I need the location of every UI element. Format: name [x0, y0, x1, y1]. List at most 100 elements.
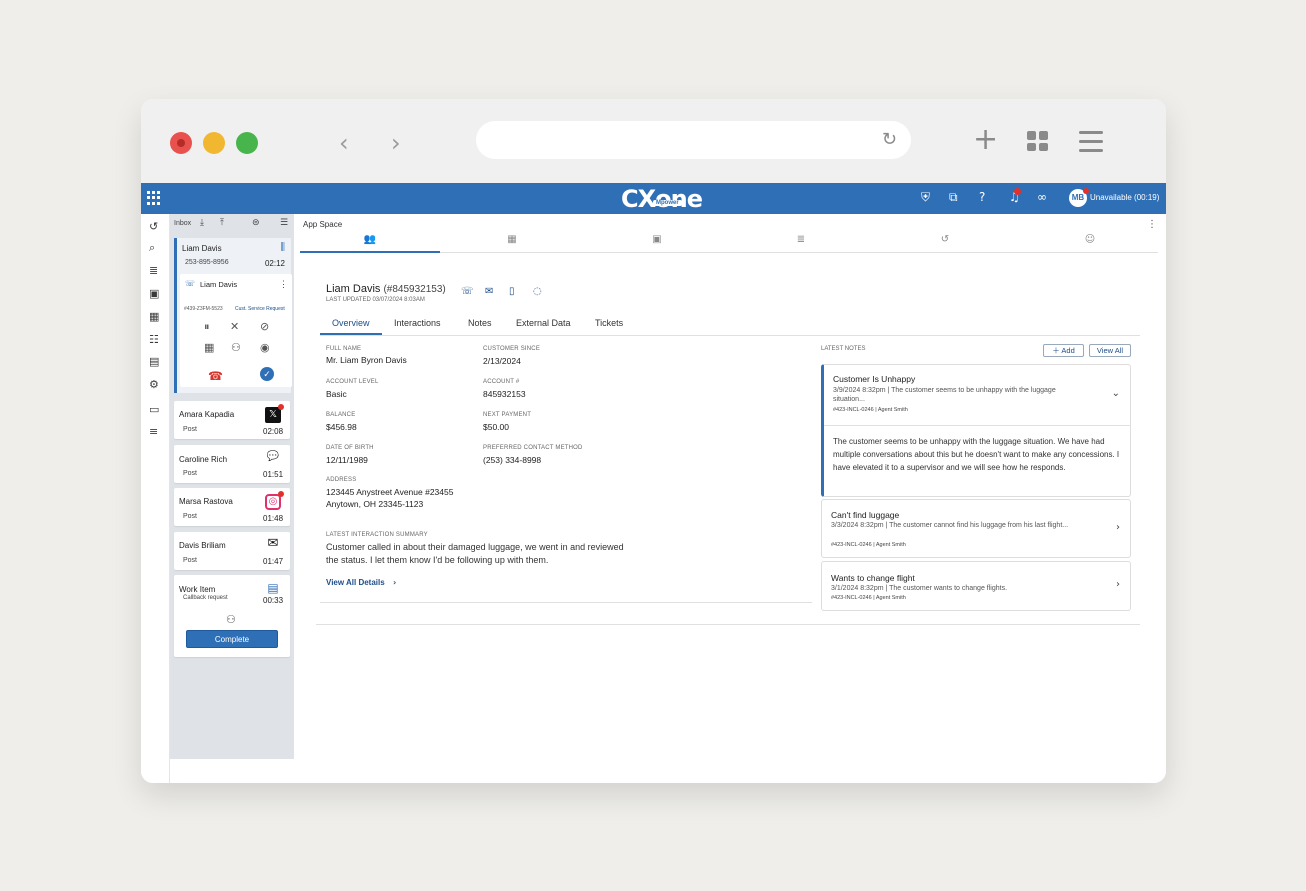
- reports-icon[interactable]: ▤: [149, 355, 159, 368]
- calendar-icon[interactable]: ▦: [149, 310, 159, 323]
- note-card[interactable]: Can't find luggage 3/3/2024 8:32pm | The…: [821, 499, 1131, 558]
- pause-icon[interactable]: ⏸: [204, 320, 210, 334]
- active-tab-indicator: [320, 333, 382, 335]
- full-name-value: Mr. Liam Byron Davis: [326, 355, 407, 365]
- external-link-icon[interactable]: ⧉: [949, 190, 958, 205]
- field-label: ADDRESS: [326, 477, 357, 483]
- note-card[interactable]: Customer Is Unhappy 3/9/2024 8:32pm | Th…: [821, 364, 1131, 497]
- download-icon[interactable]: ⤓: [200, 218, 204, 228]
- contact-name: Amara Kapadia: [179, 410, 235, 419]
- browser-chrome: ‹ › ↻ +: [141, 99, 1166, 183]
- tab-history[interactable]: ↺: [875, 234, 1015, 253]
- field-label: FULL NAME: [326, 346, 362, 352]
- chevron-right-icon[interactable]: ›: [1116, 522, 1120, 533]
- upload-icon[interactable]: ⤒: [220, 218, 224, 228]
- customer-since-value: 2/13/2024: [483, 356, 521, 366]
- note-title: Customer Is Unhappy: [833, 374, 916, 384]
- minimize-window-button[interactable]: [203, 132, 225, 154]
- chevron-down-icon[interactable]: ⌄: [1112, 388, 1120, 399]
- back-arrow-icon[interactable]: ‹: [339, 129, 349, 157]
- inbox-title[interactable]: Inbox: [174, 220, 191, 227]
- mute-mic-icon[interactable]: ⊘: [260, 320, 269, 333]
- keypad-icon[interactable]: ▦: [204, 341, 214, 354]
- link-icon[interactable]: ∞: [1037, 190, 1047, 204]
- more-options-icon[interactable]: ⋮: [279, 279, 288, 290]
- more-options-icon[interactable]: ⋮: [1147, 219, 1157, 230]
- account-level-value: Basic: [326, 389, 347, 399]
- note-card[interactable]: Wants to change flight 3/1/2024 8:32pm |…: [821, 561, 1131, 611]
- chat-icon: 💬: [266, 451, 280, 462]
- checklist-icon[interactable]: ☷: [149, 333, 159, 346]
- monitor-icon[interactable]: ▭: [149, 403, 159, 416]
- complete-button[interactable]: Complete: [186, 630, 278, 648]
- document-icon: ▤: [267, 581, 279, 595]
- help-icon[interactable]: ?: [979, 190, 985, 204]
- case-type: Cust. Service Request: [235, 306, 285, 312]
- tab-tickets[interactable]: Tickets: [595, 318, 623, 328]
- tab-external-data[interactable]: External Data: [516, 318, 571, 328]
- shield-icon[interactable]: ⛨: [921, 190, 930, 205]
- notification-badge: [1014, 188, 1021, 195]
- list-item[interactable]: Marsa Rastova Post ◎ 01:48: [174, 488, 290, 526]
- record-icon[interactable]: ◉: [260, 341, 270, 354]
- tab-customer[interactable]: 👥: [300, 234, 440, 253]
- agent-status[interactable]: Unavailable (00:19): [1090, 193, 1159, 202]
- queue-icon[interactable]: ≣: [149, 264, 158, 277]
- whatsapp-icon[interactable]: ◌: [533, 286, 542, 297]
- main-content: App Space ⋮ 👥 ▦ ▣ ≣ ↺ ☺ Liam Davis (#845…: [298, 214, 1161, 783]
- chevron-right-icon[interactable]: ›: [1116, 579, 1120, 590]
- new-tab-icon[interactable]: +: [973, 125, 998, 155]
- hang-up-icon[interactable]: ☎: [208, 369, 223, 383]
- field-label: ACCOUNT #: [483, 379, 520, 385]
- tab-queue[interactable]: ≣: [731, 234, 871, 253]
- sms-icon[interactable]: ▯: [509, 286, 515, 297]
- list-options-icon[interactable]: ☰: [280, 218, 288, 228]
- accept-check-icon[interactable]: ✓: [260, 367, 274, 381]
- list-item[interactable]: Davis Briliam Post ✉ 01:47: [174, 532, 290, 570]
- inbox-header: Inbox ⤓ ⤒ ⊜ ☰: [170, 214, 294, 234]
- work-item-card[interactable]: Work Item Callback request ▤ 00:33 ⚇ Com…: [174, 575, 290, 657]
- divider: [316, 624, 1140, 625]
- address-bar[interactable]: ↻: [476, 121, 911, 159]
- phone-icon[interactable]: ☏: [461, 286, 474, 297]
- note-tag: #423-INCL-0246 | Agent Smith: [831, 542, 906, 548]
- add-note-button[interactable]: ＋ Add: [1043, 344, 1084, 357]
- item-type: Post: [183, 470, 198, 477]
- app: CXone Mpower ⛨ ⧉ ? ♫ ∞ MB Unavailable (0…: [141, 183, 1166, 783]
- app-launcher-icon[interactable]: [147, 191, 161, 205]
- browser-menu-icon[interactable]: [1079, 131, 1103, 158]
- tab-overview[interactable]: Overview: [332, 318, 370, 328]
- note-body: The customer seems to be unhappy with th…: [833, 437, 1120, 472]
- list-item[interactable]: Caroline Rich Post 💬 01:51: [174, 445, 290, 483]
- reload-icon[interactable]: ↻: [882, 129, 897, 150]
- transfer-icon[interactable]: ⚇: [231, 341, 241, 354]
- tab-overview-icon[interactable]: [1027, 131, 1049, 151]
- email-icon[interactable]: ✉: [485, 286, 493, 297]
- view-all-details-link[interactable]: View All Details ›: [326, 578, 396, 587]
- forward-arrow-icon[interactable]: ›: [391, 129, 401, 157]
- mute-speaker-icon[interactable]: ✕: [230, 320, 239, 333]
- search-icon[interactable]: ⌕: [149, 241, 155, 255]
- filter-icon[interactable]: ⊜: [252, 218, 260, 228]
- tab-calendar[interactable]: ▦: [442, 234, 582, 253]
- call-control-card: ☏ Liam Davis ⋮ #439-Z3FM-5523 Cust. Serv…: [180, 274, 292, 387]
- contact-card-icon[interactable]: ▣: [149, 287, 159, 300]
- menu-icon[interactable]: ≡: [149, 425, 158, 438]
- balance-value: $456.98: [326, 422, 357, 432]
- view-all-notes-button[interactable]: View All: [1089, 344, 1131, 357]
- next-payment-value: $50.00: [483, 422, 509, 432]
- active-interaction-card[interactable]: Liam Davis 253-895-8956 ⫼ 02:12 ☏ Liam D…: [174, 238, 292, 393]
- top-bar: CXone Mpower ⛨ ⧉ ? ♫ ∞ MB Unavailable (0…: [141, 183, 1166, 214]
- tab-interactions[interactable]: Interactions: [394, 318, 441, 328]
- close-window-button[interactable]: [170, 132, 192, 154]
- note-meta: 3/9/2024 8:32pm | The customer seems to …: [833, 387, 1056, 403]
- assign-user-icon[interactable]: ⚇: [226, 613, 236, 626]
- field-label: LATEST INTERACTION SUMMARY: [326, 532, 428, 538]
- tab-sentiment[interactable]: ☺: [1020, 234, 1160, 253]
- maximize-window-button[interactable]: [236, 132, 258, 154]
- tab-contact[interactable]: ▣: [587, 234, 727, 253]
- settings-icon[interactable]: ⚙: [149, 378, 159, 391]
- tab-notes[interactable]: Notes: [468, 318, 492, 328]
- list-item[interactable]: Amara Kapadia Post 𝕏 02:08: [174, 401, 290, 439]
- history-icon[interactable]: ↺: [149, 220, 158, 233]
